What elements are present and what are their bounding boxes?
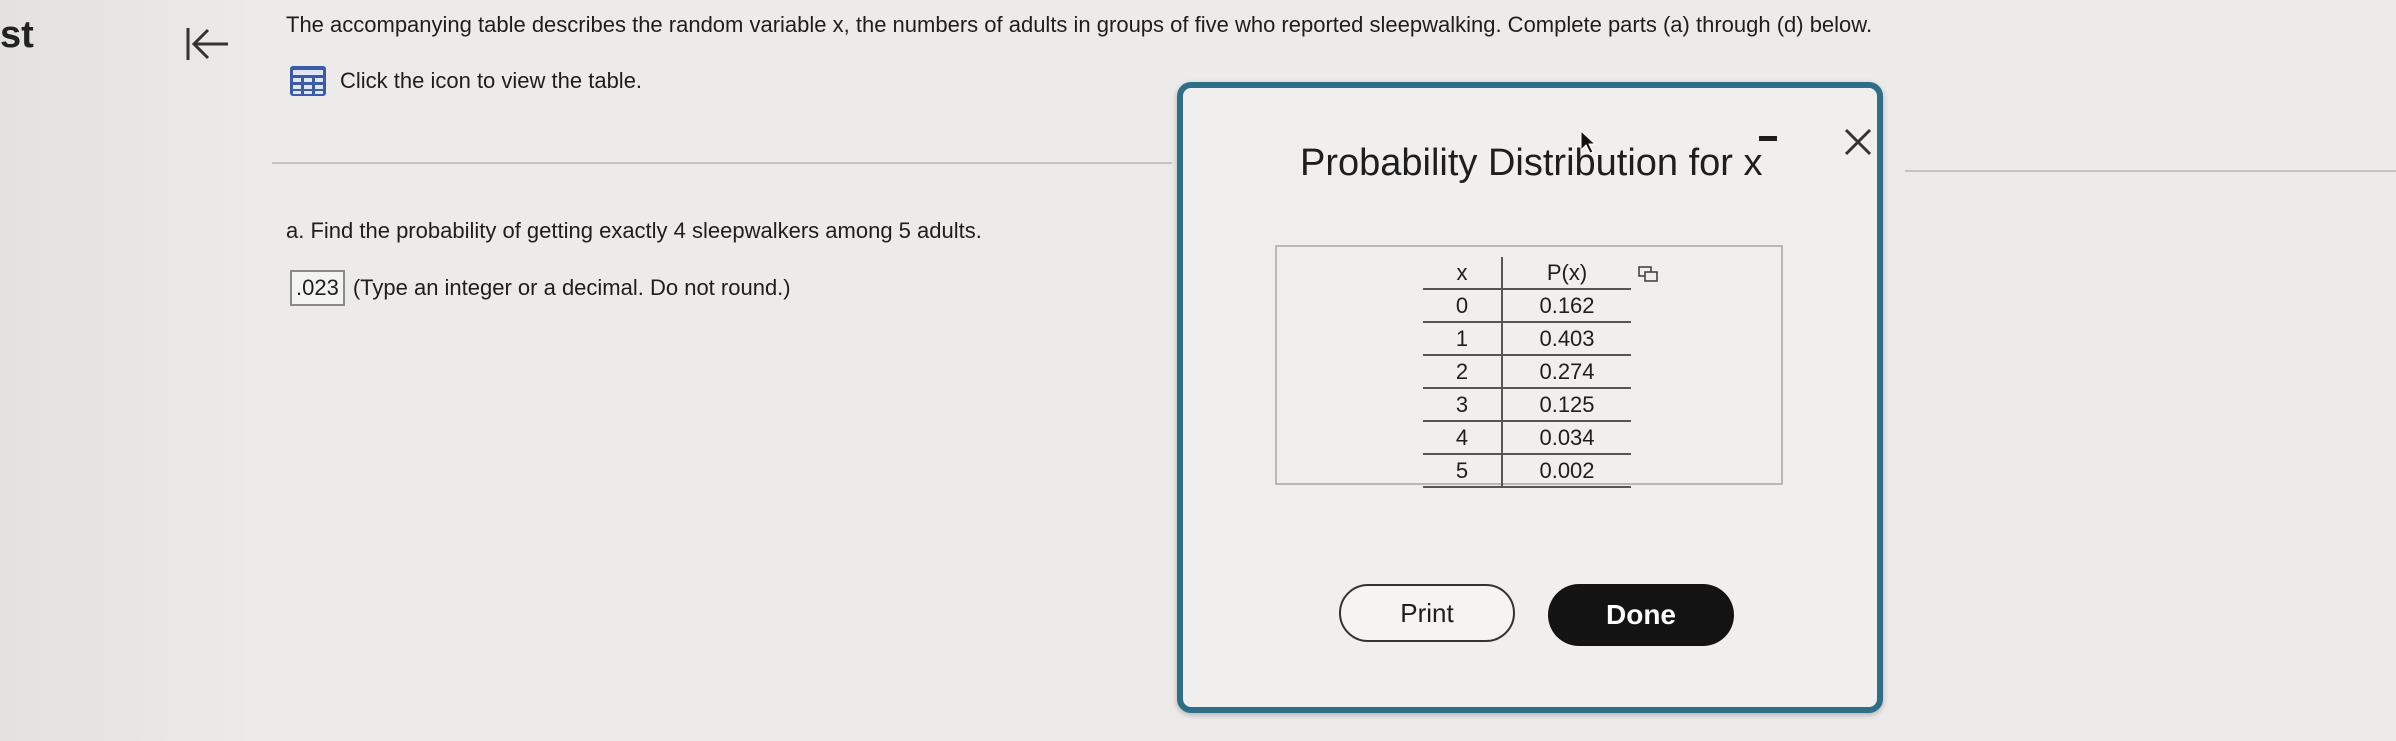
cell-x: 0 — [1423, 289, 1503, 323]
section-divider — [272, 162, 1172, 164]
minimize-icon[interactable] — [1759, 136, 1777, 141]
cell-px: 0.002 — [1502, 454, 1631, 488]
done-button[interactable]: Done — [1548, 584, 1734, 646]
probability-table: x P(x) 0 0.162 1 0.403 2 0.274 3 0.125 4… — [1423, 257, 1631, 488]
table-row: 1 0.403 — [1423, 322, 1631, 356]
table-row: 3 0.125 — [1423, 388, 1631, 422]
cell-x: 3 — [1423, 388, 1503, 422]
cell-px: 0.162 — [1502, 289, 1631, 323]
column-header-x: x — [1423, 257, 1503, 290]
copy-icon[interactable] — [1637, 265, 1659, 283]
section-divider-right — [1905, 170, 2396, 172]
back-to-start-icon[interactable] — [182, 18, 234, 70]
probability-table-dialog: Probability Distribution for x x P(x) 0 … — [1177, 82, 1883, 713]
cell-x: 4 — [1423, 421, 1503, 455]
question-a-prompt: a. Find the probability of getting exact… — [286, 218, 982, 243]
cell-px: 0.034 — [1502, 421, 1631, 455]
cell-x: 1 — [1423, 322, 1503, 356]
cell-px: 0.125 — [1502, 388, 1631, 422]
mouse-cursor-icon — [1580, 130, 1596, 154]
table-header-row: x P(x) — [1423, 257, 1631, 290]
view-table-label[interactable]: Click the icon to view the table. — [340, 68, 642, 94]
table-row: 5 0.002 — [1423, 454, 1631, 488]
table-row: 4 0.034 — [1423, 421, 1631, 455]
answer-hint: (Type an integer or a decimal. Do not ro… — [352, 275, 791, 300]
table-row: 2 0.274 — [1423, 355, 1631, 389]
view-table-link[interactable]: Click the icon to view the table. — [290, 66, 642, 96]
close-icon[interactable] — [1838, 122, 1878, 162]
dialog-title: Probability Distribution for x — [1300, 142, 1763, 184]
cell-px: 0.274 — [1502, 355, 1631, 389]
print-button[interactable]: Print — [1339, 584, 1515, 642]
table-row: 0 0.162 — [1423, 289, 1631, 323]
answer-input[interactable]: .023 — [290, 270, 345, 306]
table-frame: x P(x) 0 0.162 1 0.403 2 0.274 3 0.125 4… — [1275, 245, 1783, 488]
instructions-text: The accompanying table describes the ran… — [286, 12, 1873, 37]
cell-px: 0.403 — [1502, 322, 1631, 356]
answer-row: .023 (Type an integer or a decimal. Do n… — [290, 270, 791, 306]
cell-x: 2 — [1423, 355, 1503, 389]
cell-x: 5 — [1423, 454, 1503, 488]
table-grid-icon[interactable] — [290, 66, 326, 96]
column-header-px: P(x) — [1502, 257, 1631, 290]
left-edge-panel: st — [0, 0, 245, 741]
edge-text: st — [0, 14, 34, 56]
